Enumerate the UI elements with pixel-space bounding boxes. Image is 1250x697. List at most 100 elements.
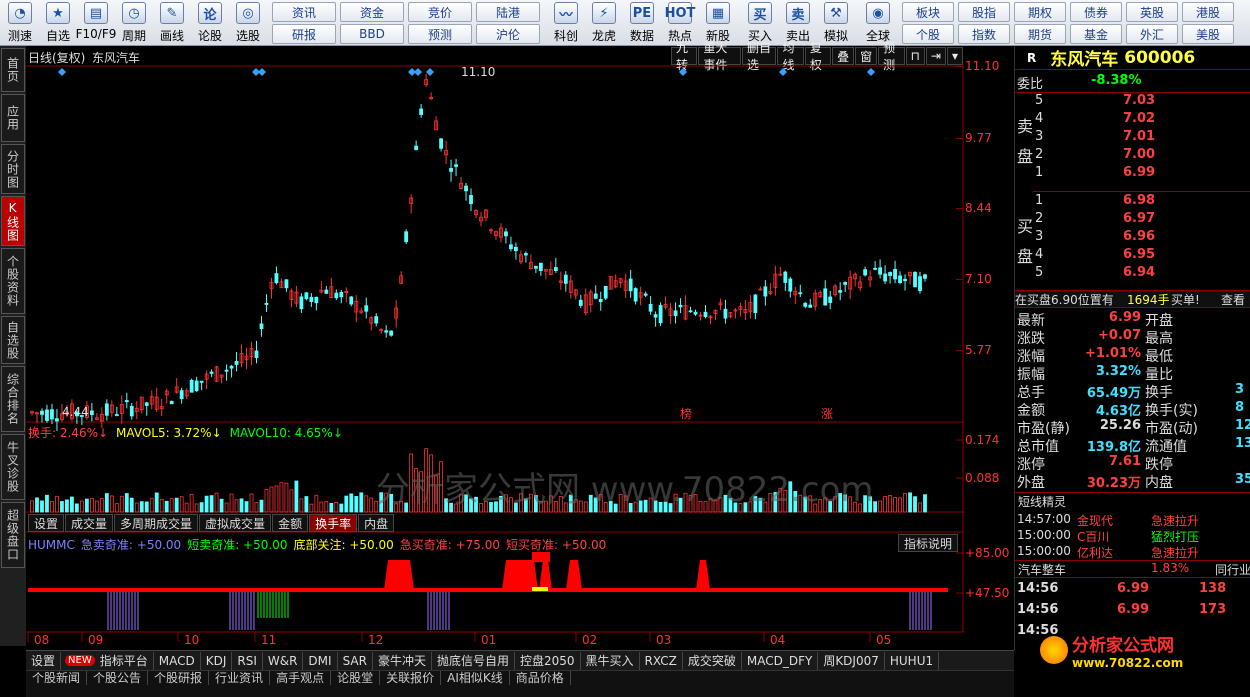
indicator-tab-6[interactable]: DMI [303,651,338,670]
toolbar-button-1[interactable]: ★ 自选 [40,0,76,46]
buy-level-4[interactable]: 5 6.94 [1035,265,1249,283]
toolbar-market-0-4[interactable]: 英股 [1126,2,1178,22]
left-tab-0[interactable]: 首页 [1,48,25,92]
toolbar-small-0-0[interactable]: 资讯 [272,2,336,22]
vol-tab-6[interactable]: 内盘 [358,514,395,532]
indicator-tab-12[interactable]: RXCZ [640,651,683,670]
toolbar-market-0-1[interactable]: 股指 [958,2,1010,22]
indicator-tab-10[interactable]: 控盘2050 [515,651,581,670]
indicator-tab-16[interactable]: HUHU1 [885,651,940,670]
toolbar-button-2[interactable]: ▤ F10/F9 [76,0,116,46]
indicator-tab-9[interactable]: 抛底信号自用 [432,651,515,670]
indicator-tab-13[interactable]: 成交突破 [683,651,742,670]
left-tab-2[interactable]: 分时图 [1,144,25,194]
toolbar-button-3[interactable]: ◷ 周期 [116,0,152,46]
toolbar-button-4[interactable]: ✎ 画线 [154,0,190,46]
sell-level-3[interactable]: 2 7.00 [1035,147,1249,165]
toolbar-market-0-5[interactable]: 港股 [1182,2,1234,22]
vol-tab-1[interactable]: 成交量 [65,514,114,532]
volume-bar [174,497,179,513]
toolbar-small-1-1[interactable]: BBD [340,24,404,44]
vol-tab-3[interactable]: 虚拟成交量 [199,514,272,532]
news-tab-0[interactable]: 个股新闻 [26,671,88,685]
indicator-tab-7[interactable]: SAR [338,651,373,670]
news-tab-8[interactable]: 商品价格 [510,671,571,685]
buy-level-0[interactable]: 1 6.98 [1035,193,1249,211]
buy-level-2[interactable]: 3 6.96 [1035,229,1249,247]
vol-tab-5[interactable]: 换手率 [309,514,358,532]
toolbar-market-1-1[interactable]: 指数 [958,24,1010,44]
toolbar-market-0-2[interactable]: 期权 [1014,2,1066,22]
indicator-baseline [28,588,948,592]
toolbar-market-1-0[interactable]: 个股 [902,24,954,44]
indicator-tab-15[interactable]: 周KDJ007 [818,651,885,670]
news-tab-3[interactable]: 行业资讯 [209,671,271,685]
sell-level-4[interactable]: 1 6.99 [1035,165,1249,183]
vol-tab-2[interactable]: 多周期成交量 [114,514,199,532]
left-tab-1[interactable]: 应用 [1,94,25,142]
news-tab-4[interactable]: 高手观点 [270,671,332,685]
indicator-tab-2[interactable]: MACD [154,651,201,670]
left-tab-5[interactable]: 自选股 [1,316,25,364]
toolbar3-button-0[interactable]: ▣自定 [1244,0,1250,46]
toolbar-small-1-3[interactable]: 沪伦 [476,24,540,44]
indicator-tab-3[interactable]: KDJ [201,651,233,670]
toolbar-market-0-0[interactable]: 板块 [902,2,954,22]
left-tab-7[interactable]: 牛叉诊股 [1,434,25,500]
candle-body [349,296,354,305]
toolbar-market-0-3[interactable]: 债券 [1070,2,1122,22]
news-tab-2[interactable]: 个股研报 [148,671,210,685]
toolbar2-button-1[interactable]: ⚡ 龙虎 [586,0,622,46]
news-tab-7[interactable]: AI相似K线 [441,671,510,685]
volume-bar [194,503,199,513]
toolbar-button-0[interactable]: ◔ 测速 [2,0,38,46]
left-tab-8[interactable]: 超级盘口 [1,502,25,568]
kline-svg[interactable]: 11.10 4.44 榜 涨分析家公式网 www.70822.com [26,46,964,650]
buy-level-1[interactable]: 2 6.97 [1035,211,1249,229]
left-tab-6[interactable]: 综合排名 [1,366,25,432]
toolbar-market-1-3[interactable]: 基金 [1070,24,1122,44]
candle-body [723,308,728,319]
event-diamond-5 [426,68,434,76]
indicator-tab-5[interactable]: W&R [263,651,304,670]
indicator-help-button[interactable]: 指标说明 [898,534,959,552]
sell-level-1[interactable]: 4 7.02 [1035,111,1249,129]
volume-bar [104,493,109,513]
sell-level-0[interactable]: 5 7.03 [1035,93,1249,111]
toolbar-market-1-5[interactable]: 美股 [1182,24,1234,44]
sell-level-num: 5 [1035,93,1044,108]
buy-level-3[interactable]: 4 6.95 [1035,247,1249,265]
left-tab-3[interactable]: K线图 [1,196,25,246]
indicator-tab-0[interactable]: 设置 [26,651,62,670]
indicator-tab-8[interactable]: 豪牛冲天 [373,651,432,670]
candle-body [299,296,304,310]
volume-bar [309,503,314,513]
toolbar-market-1-2[interactable]: 期货 [1014,24,1066,44]
toolbar-small-1-0[interactable]: 研报 [272,24,336,44]
vol-tab-0[interactable]: 设置 [28,514,65,532]
vol-tab-4[interactable]: 金额 [272,514,309,532]
sell-level-2[interactable]: 3 7.01 [1035,129,1249,147]
toolbar-small-0-2[interactable]: 竞价 [408,2,472,22]
order-view-button[interactable]: 查看 [1221,291,1245,308]
news-tab-6[interactable]: 关联报价 [380,671,442,685]
toolbar-small-0-3[interactable]: 陆港 [476,2,540,22]
toolbar-small-1-2[interactable]: 预测 [408,24,472,44]
sector-peer-button[interactable]: 同行业 [1215,561,1250,578]
candle-body [179,390,184,400]
news-tab-1[interactable]: 个股公告 [87,671,149,685]
toolbar2-button-2[interactable]: PE 数据 [624,0,660,46]
left-tab-4[interactable]: 个股资料 [1,248,25,314]
indicator-tab-14[interactable]: MACD_DFY [742,651,819,670]
indicator-tab-1[interactable]: 指标平台 [95,651,154,670]
toolbar-small-0-1[interactable]: 资金 [340,2,404,22]
toolbar2-button-0[interactable]: 〰科创 [548,0,584,46]
news-tab-5[interactable]: 论股堂 [331,671,381,685]
indicator-tab-4[interactable]: RSI [232,651,263,670]
toolbar-market-1-4[interactable]: 外汇 [1126,24,1178,44]
toolbar-button-5[interactable]: 论论股 [192,0,228,46]
toolbar-button-6[interactable]: ◎ 选股 [230,0,266,46]
indicator-tab-11[interactable]: 黑牛买入 [581,651,640,670]
ind-legend-item-0: HUMMC [28,538,75,552]
kline-chart-area[interactable]: 日线(复权) 东风汽车 九转 重大事件 删自选 均线 复权叠窗预测 ⊓ ⇥ ▾ 11.10 4.… [26,41,964,650]
